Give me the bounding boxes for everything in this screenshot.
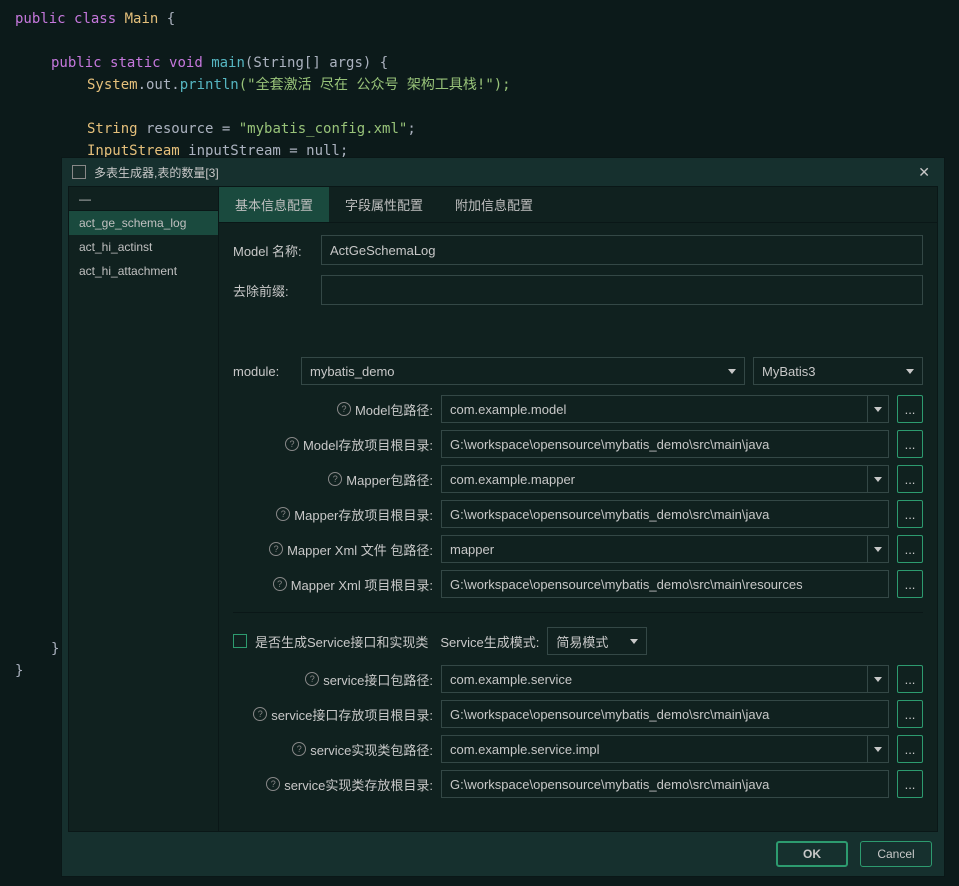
browse-mapper-root[interactable]: ... [897, 500, 923, 528]
help-icon[interactable]: ? [292, 742, 306, 756]
combo-service-mode-text: 简易模式 [556, 632, 608, 651]
tab-fields[interactable]: 字段属性配置 [329, 187, 439, 222]
dialog-footer: OK Cancel [62, 832, 944, 876]
browse-service-root[interactable]: ... [897, 700, 923, 728]
chevron-down-icon [874, 407, 882, 412]
input-service-pkg[interactable] [441, 665, 867, 693]
main-panel: 基本信息配置 字段属性配置 附加信息配置 Model 名称: 去除前缀: mod… [219, 187, 937, 831]
table-item-act-hi-attachment[interactable]: act_hi_attachment [69, 259, 218, 283]
input-mapper-root[interactable] [441, 500, 889, 528]
help-icon[interactable]: ? [305, 672, 319, 686]
dialog-title: 多表生成器,表的数量[3] [94, 164, 906, 181]
browse-service-pkg[interactable]: ... [897, 665, 923, 693]
titlebar: 多表生成器,表的数量[3] ✕ [62, 158, 944, 186]
input-mapper-pkg[interactable] [441, 465, 867, 493]
label-model-root: ? Model存放项目根目录: [233, 435, 433, 454]
help-icon[interactable]: ? [269, 542, 283, 556]
table-item-act-hi-actinst[interactable]: act_hi_actinst [69, 235, 218, 259]
label-service-root: ? service接口存放项目根目录: [233, 705, 433, 724]
label-remove-prefix: 去除前缀: [233, 281, 313, 300]
help-icon[interactable]: ? [273, 577, 287, 591]
combo-mybatis[interactable]: MyBatis3 [753, 357, 923, 385]
label-module: module: [233, 364, 293, 379]
table-list-panel: — act_ge_schema_log act_hi_actinst act_h… [69, 187, 219, 831]
label-service-pkg: ? service接口包路径: [233, 670, 433, 689]
browse-mapper-xml-root[interactable]: ... [897, 570, 923, 598]
combo-module[interactable]: mybatis_demo [301, 357, 745, 385]
chevron-down-icon [630, 639, 638, 644]
input-remove-prefix[interactable] [321, 275, 923, 305]
help-icon[interactable]: ? [328, 472, 342, 486]
input-model-root[interactable] [441, 430, 889, 458]
combo-module-text: mybatis_demo [310, 364, 395, 379]
combo-mybatis-text: MyBatis3 [762, 364, 815, 379]
chevron-down-icon [874, 677, 882, 682]
dropdown-model-pkg[interactable] [867, 395, 889, 423]
label-gen-service: 是否生成Service接口和实现类 [255, 632, 428, 651]
tabs: 基本信息配置 字段属性配置 附加信息配置 [219, 187, 937, 223]
section-top: Model 名称: 去除前缀: [219, 223, 937, 327]
input-service-root[interactable] [441, 700, 889, 728]
cancel-button[interactable]: Cancel [860, 841, 932, 867]
chevron-down-icon [906, 369, 914, 374]
input-mapper-xml-root[interactable] [441, 570, 889, 598]
input-mapper-xml-pkg[interactable] [441, 535, 867, 563]
table-item-act-ge-schema-log[interactable]: act_ge_schema_log [69, 211, 218, 235]
label-mapper-xml-pkg: ? Mapper Xml 文件 包路径: [233, 540, 433, 559]
dropdown-service-pkg[interactable] [867, 665, 889, 693]
ok-button[interactable]: OK [776, 841, 848, 867]
generator-dialog: 多表生成器,表的数量[3] ✕ — act_ge_schema_log act_… [61, 157, 945, 877]
checkbox-gen-service[interactable] [233, 634, 247, 648]
browse-mapper-pkg[interactable]: ... [897, 465, 923, 493]
close-icon[interactable]: ✕ [914, 160, 934, 185]
help-icon[interactable]: ? [337, 402, 351, 416]
help-icon[interactable]: ? [253, 707, 267, 721]
label-mapper-root: ? Mapper存放项目根目录: [233, 505, 433, 524]
label-model-name: Model 名称: [233, 241, 313, 260]
label-service-mode: Service生成模式: [440, 632, 539, 651]
help-icon[interactable]: ? [285, 437, 299, 451]
label-service-impl-pkg: ? service实现类包路径: [233, 740, 433, 759]
chevron-down-icon [874, 747, 882, 752]
label-mapper-xml-root: ? Mapper Xml 项目根目录: [233, 575, 433, 594]
label-service-impl-root: ? service实现类存放根目录: [233, 775, 433, 794]
list-item-label: act_ge_schema_log [79, 216, 186, 230]
chevron-down-icon [874, 477, 882, 482]
input-model-name[interactable] [321, 235, 923, 265]
section-paths: module: mybatis_demo MyBatis3 ? Model包路径… [219, 327, 937, 817]
browse-service-impl-root[interactable]: ... [897, 770, 923, 798]
app-icon [72, 165, 86, 179]
browse-mapper-xml-pkg[interactable]: ... [897, 535, 923, 563]
browse-service-impl-pkg[interactable]: ... [897, 735, 923, 763]
label-model-pkg: ? Model包路径: [233, 400, 433, 419]
dialog-body: — act_ge_schema_log act_hi_actinst act_h… [68, 186, 938, 832]
dropdown-service-impl-pkg[interactable] [867, 735, 889, 763]
browse-model-root[interactable]: ... [897, 430, 923, 458]
input-model-pkg[interactable] [441, 395, 867, 423]
tab-basic[interactable]: 基本信息配置 [219, 187, 329, 222]
browse-model-pkg[interactable]: ... [897, 395, 923, 423]
chevron-down-icon [874, 547, 882, 552]
list-item-label: act_hi_actinst [79, 240, 152, 254]
help-icon[interactable]: ? [266, 777, 280, 791]
tab-extra[interactable]: 附加信息配置 [439, 187, 549, 222]
dropdown-mapper-pkg[interactable] [867, 465, 889, 493]
chevron-down-icon [728, 369, 736, 374]
label-mapper-pkg: ? Mapper包路径: [233, 470, 433, 489]
list-item-label: act_hi_attachment [79, 264, 177, 278]
help-icon[interactable]: ? [276, 507, 290, 521]
dropdown-mapper-xml-pkg[interactable] [867, 535, 889, 563]
side-header: — [69, 187, 218, 211]
combo-service-mode[interactable]: 简易模式 [547, 627, 647, 655]
divider [233, 612, 923, 613]
input-service-impl-pkg[interactable] [441, 735, 867, 763]
input-service-impl-root[interactable] [441, 770, 889, 798]
